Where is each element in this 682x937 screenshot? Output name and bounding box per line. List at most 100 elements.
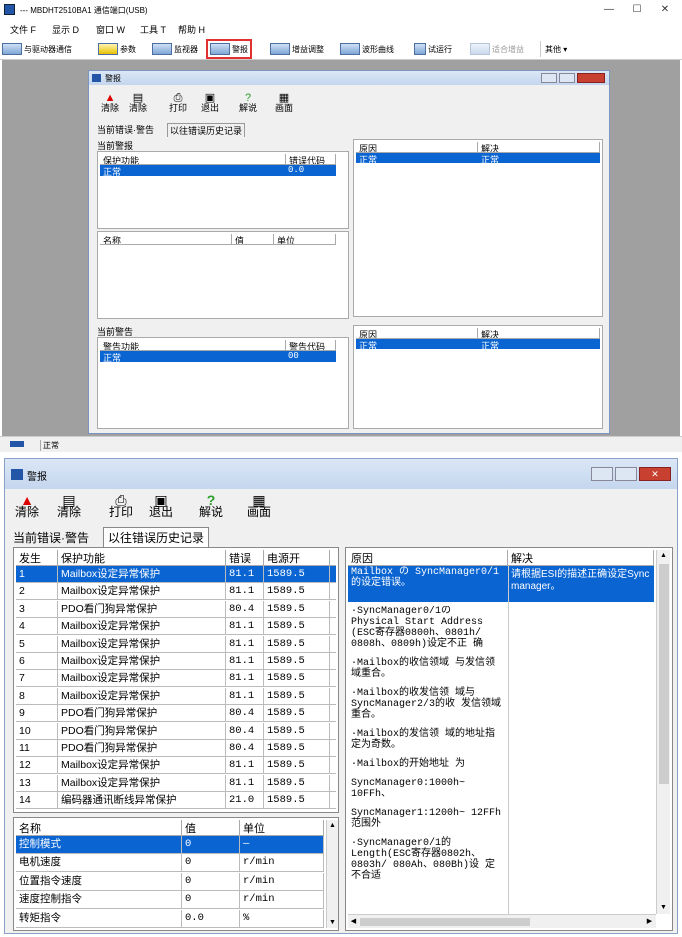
param-row[interactable]: 转矩指令 0.0% [16, 909, 324, 928]
toolbar-params-button[interactable]: 参数 [98, 41, 136, 57]
col-name: 名称 [16, 820, 182, 835]
small-tab-history[interactable]: 以往错误历史记录 [167, 123, 246, 137]
explain-button[interactable]: ? 解说 [199, 493, 223, 518]
tab-history[interactable]: 以往错误历史记录 [103, 527, 210, 547]
history-cell: 编码器通讯断线异常保护 [58, 792, 226, 809]
alarm-large-close-button[interactable]: ✕ [639, 467, 671, 481]
toolbar-fitgain-button[interactable]: 适合增益 [470, 41, 524, 57]
small-screen-button[interactable]: ▦ 画面 [275, 93, 293, 114]
minimize-button[interactable]: — [598, 2, 620, 18]
current-warning-row[interactable]: 正常 00 [100, 351, 336, 363]
small-explain-button[interactable]: ? 解说 [239, 93, 257, 114]
clear-history-button[interactable]: ▤ 清除 [57, 493, 81, 518]
alarm-large-min-button[interactable] [591, 467, 613, 481]
alarm-small-min-button[interactable] [541, 73, 557, 83]
toolbar-other-button[interactable]: 其他 ▾ [540, 41, 567, 57]
alarm-small-close-button[interactable] [577, 73, 605, 83]
cause-hscrollbar[interactable]: ◀ ▶ [348, 914, 656, 928]
history-row[interactable]: 8 Mailbox设定异常保护 81.1 1589.5 [16, 687, 336, 705]
history-row[interactable]: 3 PDO看门狗异常保护 80.4 1589.5 [16, 600, 336, 618]
toolbar-alarm-button[interactable]: 警报 [206, 39, 252, 59]
statusbar: 正常 [0, 436, 682, 452]
clear-button[interactable]: ▲ 清除 [15, 493, 39, 518]
toolbar-waveform-button[interactable]: 波形曲线 [340, 41, 394, 57]
small-tab-current[interactable]: 当前错误·警告 [97, 123, 154, 136]
tab-current[interactable]: 当前错误·警告 [13, 529, 89, 546]
printer-icon: ⎙ [173, 92, 183, 104]
close-button[interactable]: ✕ [654, 2, 676, 18]
exit-button[interactable]: ▣ 退出 [149, 493, 173, 518]
history-row[interactable]: 5 Mailbox设定异常保护 81.1 1589.5 [16, 635, 336, 653]
toolbar-monitor-button[interactable]: 监视器 [152, 41, 198, 57]
param-row[interactable]: 速度控制指令 0 r/min [16, 891, 324, 910]
history-row[interactable]: 1 Mailbox设定异常保护 81.1 1589.5 [16, 566, 336, 583]
history-cell: 13 [16, 774, 58, 791]
small-exit-button[interactable]: ▣ 退出 [201, 93, 219, 114]
maximize-button[interactable]: ☐ [626, 2, 648, 18]
history-row[interactable]: 12 Mailbox设定异常保护 81.1 1589.5 [16, 757, 336, 775]
small-clear-button[interactable]: ▲ 清除 [101, 93, 119, 114]
menu-tools[interactable]: 工具 T [140, 23, 166, 36]
small-clear-history-button[interactable]: ▤ 清除 [129, 93, 147, 114]
menu-help[interactable]: 帮助 H [178, 23, 205, 36]
scroll-thumb[interactable] [659, 564, 669, 784]
hscroll-thumb[interactable] [360, 918, 530, 926]
history-cell: 1589.5 [264, 670, 330, 687]
menu-display[interactable]: 显示 D [52, 23, 79, 36]
alarm-window-small: 警报 ▲ 清除 ▤ 清除 ⎙ 打印 ▣ 退出 ? 解说 ▦ 画面 当前错误·警告 以往错误历… [88, 70, 610, 434]
history-row[interactable]: 13 Mailbox设定异常保护 81.1 1589.5 [16, 774, 336, 792]
scroll-right-icon[interactable]: ▶ [644, 916, 655, 927]
scroll-down-icon[interactable]: ▼ [327, 917, 338, 928]
main-toolbar: 与驱动器通信 参数 监视器 警报 增益调整 波形曲线 试运行 适合增益 其他 ▾ [0, 38, 682, 60]
param-cell: r/min [240, 891, 324, 909]
mdi-workspace: 警报 ▲ 清除 ▤ 清除 ⎙ 打印 ▣ 退出 ? 解说 ▦ 画面 当前错误·警告 以往错误历… [2, 60, 680, 436]
col-cause: 原因 [348, 550, 508, 565]
history-row[interactable]: 7 Mailbox设定异常保护 81.1 1589.5 [16, 670, 336, 688]
scroll-up-icon[interactable]: ▲ [658, 550, 669, 561]
param-row[interactable]: 控制模式 0— [16, 836, 324, 854]
history-row[interactable]: 6 Mailbox设定异常保护 81.1 1589.5 [16, 653, 336, 670]
param-cell: 位置指令速度 [16, 872, 182, 890]
current-alarm-row[interactable]: 正常 0.0 [100, 165, 336, 177]
cause-paragraph: SyncManager0:1000h~ 10FFh、 [351, 778, 466, 800]
history-row[interactable]: 11 PDO看门狗异常保护 80.4 1589.5 [16, 740, 336, 757]
param-scrollbar[interactable]: ▲ ▼ [326, 820, 338, 928]
screen-button[interactable]: ▦ 画面 [247, 493, 271, 518]
param-cell: 0 [182, 836, 240, 853]
scroll-left-icon[interactable]: ◀ [348, 916, 359, 927]
history-row[interactable]: 9 PDO看门狗异常保护 80.4 1589.5 [16, 705, 336, 723]
cause-selected-row[interactable]: Mailbox の SyncManager0/1的设定错误。 请根据ESI的描述… [348, 566, 654, 602]
toolbar-communicate-button[interactable]: 与驱动器通信 [2, 41, 72, 57]
param-row[interactable]: 位置指令速度 0 r/min [16, 872, 324, 891]
history-row[interactable]: 2 Mailbox设定异常保护 81.1 1589.5 [16, 583, 336, 601]
toolbar-gain-button[interactable]: 增益调整 [270, 41, 324, 57]
alarm-small-title: 警报 [105, 74, 121, 83]
menu-window[interactable]: 窗口 W [96, 23, 125, 36]
history-row[interactable]: 14 编码器通讯断线异常保护 21.0 1589.5 [16, 792, 336, 810]
history-cell: 80.4 [226, 705, 264, 722]
menu-file[interactable]: 文件 F [10, 23, 36, 36]
alarm-small-max-button[interactable] [559, 73, 575, 83]
scroll-up-icon[interactable]: ▲ [327, 820, 338, 831]
history-row[interactable]: 4 Mailbox设定异常保护 81.1 1589.5 [16, 618, 336, 636]
history-row[interactable]: 10 PDO看门狗异常保护 80.4 1589.5 [16, 722, 336, 740]
history-cell: 81.1 [226, 583, 264, 600]
small-cause-row[interactable]: 正常 正常 [356, 153, 600, 165]
small-print-button[interactable]: ⎙ 打印 [169, 92, 187, 114]
small-cause-list-2: 原因 解决 正常 正常 [353, 325, 603, 429]
current-alarm-list: 保护功能 错误代码 正常 0.0 [97, 151, 349, 229]
col-value: 值 [182, 820, 240, 835]
print-button[interactable]: ⎙ 打印 [109, 493, 133, 518]
cause-vscrollbar[interactable]: ▲ ▼ [656, 550, 670, 914]
history-cell: 1589.5 [264, 705, 330, 722]
alarm-large-max-button[interactable] [615, 467, 637, 481]
scroll-down-icon[interactable]: ▼ [658, 902, 669, 913]
alarm-large-title: 警报 [27, 472, 47, 483]
history-cell: 1589.5 [264, 774, 330, 791]
history-cell: 1589.5 [264, 687, 330, 704]
toolbar-testrun-button[interactable]: 试运行 [414, 41, 452, 57]
history-cell: Mailbox设定异常保护 [58, 583, 226, 600]
col-protect-func: 保护功能 [58, 550, 226, 565]
small-cause2-row[interactable]: 正常 正常 [356, 339, 600, 351]
param-row[interactable]: 电机速度 0 r/min [16, 854, 324, 873]
